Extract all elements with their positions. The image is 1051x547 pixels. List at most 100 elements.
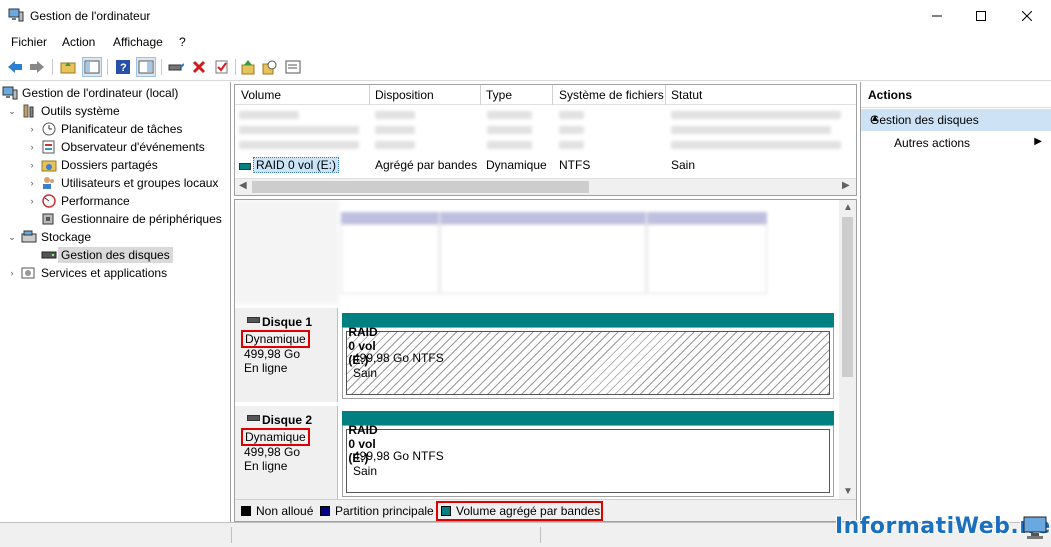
submenu-arrow-icon: ▶ bbox=[1034, 136, 1042, 147]
tree-item-storage[interactable]: ⌄ Stockage bbox=[6, 228, 91, 246]
legend-swatch-unallocated bbox=[241, 506, 251, 516]
legend-label: Non alloué bbox=[256, 504, 314, 518]
volume-list: Volume Disposition Type Système de fichi… bbox=[234, 84, 857, 196]
console-icon[interactable] bbox=[136, 57, 156, 77]
menu-help[interactable]: ? bbox=[179, 35, 186, 49]
chevron-down-icon[interactable]: ⌄ bbox=[6, 106, 18, 117]
menu-affichage[interactable]: Affichage bbox=[113, 35, 163, 49]
volume-block[interactable]: RAID 0 vol (E:) 499,98 Go NTFS Sain bbox=[342, 423, 834, 497]
tree-item-shared-folders[interactable]: › Dossiers partagés bbox=[26, 156, 158, 174]
cell-status: Sain bbox=[671, 158, 696, 172]
storage-icon bbox=[21, 230, 37, 244]
clock-icon bbox=[41, 122, 57, 136]
scroll-down-icon[interactable]: ▼ bbox=[843, 486, 853, 497]
collapse-icon[interactable]: ▲ bbox=[870, 113, 1044, 124]
chevron-right-icon[interactable]: › bbox=[26, 142, 38, 152]
col-volume[interactable]: Volume bbox=[241, 88, 281, 102]
title-bar: Gestion de l'ordinateur bbox=[0, 0, 1051, 31]
export-icon[interactable] bbox=[238, 57, 258, 77]
col-status[interactable]: Statut bbox=[671, 88, 702, 102]
navigation-tree: Gestion de l'ordinateur (local) ⌄ Outils… bbox=[0, 82, 231, 522]
cell-volume: RAID 0 vol (E:) bbox=[253, 157, 340, 173]
close-button[interactable] bbox=[1004, 0, 1050, 31]
disk-size: 499,98 Go bbox=[244, 445, 301, 459]
scroll-left-icon[interactable]: ◀ bbox=[239, 180, 247, 191]
search-icon[interactable] bbox=[260, 57, 280, 77]
volume-area[interactable]: RAID 0 vol (E:) 499,98 Go NTFS Sain bbox=[346, 423, 830, 493]
watermark-computer-icon bbox=[1022, 515, 1050, 541]
watermark: InformatiWeb.net bbox=[835, 514, 1051, 539]
back-icon[interactable] bbox=[5, 57, 25, 77]
tree-item-services[interactable]: › Services et applications bbox=[6, 264, 168, 282]
obscured-disk-0 bbox=[235, 200, 839, 304]
properties-icon[interactable] bbox=[283, 57, 303, 77]
tools-icon bbox=[21, 104, 37, 118]
obscured-row bbox=[239, 109, 841, 121]
tree-item-device-manager[interactable]: Gestionnaire de périphériques bbox=[41, 210, 222, 228]
computer-management-icon bbox=[2, 86, 18, 100]
disk-label[interactable]: Disque 1 Dynamique 499,98 Go En ligne bbox=[235, 308, 338, 402]
col-type[interactable]: Type bbox=[486, 88, 512, 102]
tree-item-system-tools[interactable]: ⌄ Outils système bbox=[6, 102, 119, 120]
show-tree-icon[interactable] bbox=[82, 57, 102, 77]
menu-fichier[interactable]: Fichier bbox=[11, 35, 47, 49]
volume-color-bar bbox=[342, 313, 834, 327]
check-icon[interactable] bbox=[212, 57, 232, 77]
tree-item-root[interactable]: Gestion de l'ordinateur (local) bbox=[2, 84, 178, 102]
scroll-thumb[interactable] bbox=[252, 181, 589, 193]
chevron-right-icon[interactable]: › bbox=[26, 178, 38, 188]
disk-type-highlight: Dynamique bbox=[241, 330, 310, 348]
cell-filesystem: NTFS bbox=[559, 158, 591, 172]
minimize-button[interactable] bbox=[914, 0, 960, 31]
connect-icon[interactable] bbox=[166, 57, 186, 77]
disk-state: En ligne bbox=[244, 361, 288, 375]
tree-item-local-users[interactable]: › Utilisateurs et groupes locaux bbox=[26, 174, 219, 192]
chevron-right-icon[interactable]: › bbox=[26, 124, 38, 134]
volume-status: Sain bbox=[353, 464, 378, 478]
menu-action[interactable]: Action bbox=[62, 35, 95, 49]
table-row[interactable]: RAID 0 vol (E:) Agrégé par bandes Dynami… bbox=[235, 156, 856, 174]
disk-size: 499,98 Go bbox=[244, 347, 301, 361]
forward-icon[interactable] bbox=[27, 57, 47, 77]
disk-state: En ligne bbox=[244, 459, 288, 473]
disk-label[interactable]: Disque 2 Dynamique 499,98 Go En ligne bbox=[235, 406, 338, 500]
more-actions[interactable]: Autres actions ▶ bbox=[861, 133, 1051, 153]
maximize-button[interactable] bbox=[958, 0, 1004, 31]
actions-pane: Actions Gestion des disques ▲ Autres act… bbox=[860, 82, 1051, 522]
tree-item-performance[interactable]: › Performance bbox=[26, 192, 130, 210]
actions-section-disk-management[interactable]: Gestion des disques ▲ bbox=[861, 109, 1051, 131]
performance-icon bbox=[41, 194, 57, 208]
tree-item-disk-management[interactable]: Gestion des disques bbox=[41, 246, 173, 264]
up-folder-icon[interactable] bbox=[58, 57, 78, 77]
disk-map: Disque 1 Dynamique 499,98 Go En ligne RA… bbox=[234, 199, 857, 522]
disk-icon bbox=[247, 415, 260, 421]
computer-management-icon bbox=[8, 8, 24, 22]
disk-2[interactable]: Disque 2 Dynamique 499,98 Go En ligne RA… bbox=[235, 406, 839, 500]
scroll-up-icon[interactable]: ▲ bbox=[843, 202, 853, 213]
volume-icon bbox=[239, 160, 251, 174]
chevron-down-icon[interactable]: ⌄ bbox=[6, 232, 18, 243]
legend-label: Partition principale bbox=[335, 504, 434, 518]
help-icon[interactable]: ? bbox=[113, 57, 133, 77]
scroll-right-icon[interactable]: ▶ bbox=[842, 180, 850, 191]
volume-block[interactable]: RAID 0 vol (E:) 499,98 Go NTFS Sain bbox=[342, 325, 834, 399]
chevron-right-icon[interactable]: › bbox=[26, 160, 38, 170]
window-title: Gestion de l'ordinateur bbox=[30, 9, 151, 23]
chevron-right-icon[interactable]: › bbox=[6, 268, 18, 278]
chevron-right-icon[interactable]: › bbox=[26, 196, 38, 206]
volume-color-bar bbox=[342, 411, 834, 425]
disk-1[interactable]: Disque 1 Dynamique 499,98 Go En ligne RA… bbox=[235, 308, 839, 402]
tree-item-event-viewer[interactable]: › Observateur d'événements bbox=[26, 138, 205, 156]
col-filesystem[interactable]: Système de fichiers bbox=[559, 88, 664, 102]
delete-icon[interactable] bbox=[189, 57, 209, 77]
volume-selected-area[interactable]: RAID 0 vol (E:) 499,98 Go NTFS Sain bbox=[346, 325, 830, 395]
legend-swatch-striped bbox=[441, 506, 451, 516]
vertical-scrollbar[interactable]: ▲ ▼ bbox=[839, 200, 856, 499]
col-disposition[interactable]: Disposition bbox=[375, 88, 434, 102]
tree-item-task-scheduler[interactable]: › Planificateur de tâches bbox=[26, 120, 183, 138]
menu-bar: Fichier Action Affichage ? bbox=[0, 31, 1051, 53]
cell-disposition: Agrégé par bandes bbox=[375, 158, 478, 172]
obscured-row bbox=[239, 139, 841, 151]
horizontal-scrollbar[interactable]: ◀ ▶ bbox=[235, 178, 856, 195]
scroll-thumb[interactable] bbox=[842, 217, 853, 377]
